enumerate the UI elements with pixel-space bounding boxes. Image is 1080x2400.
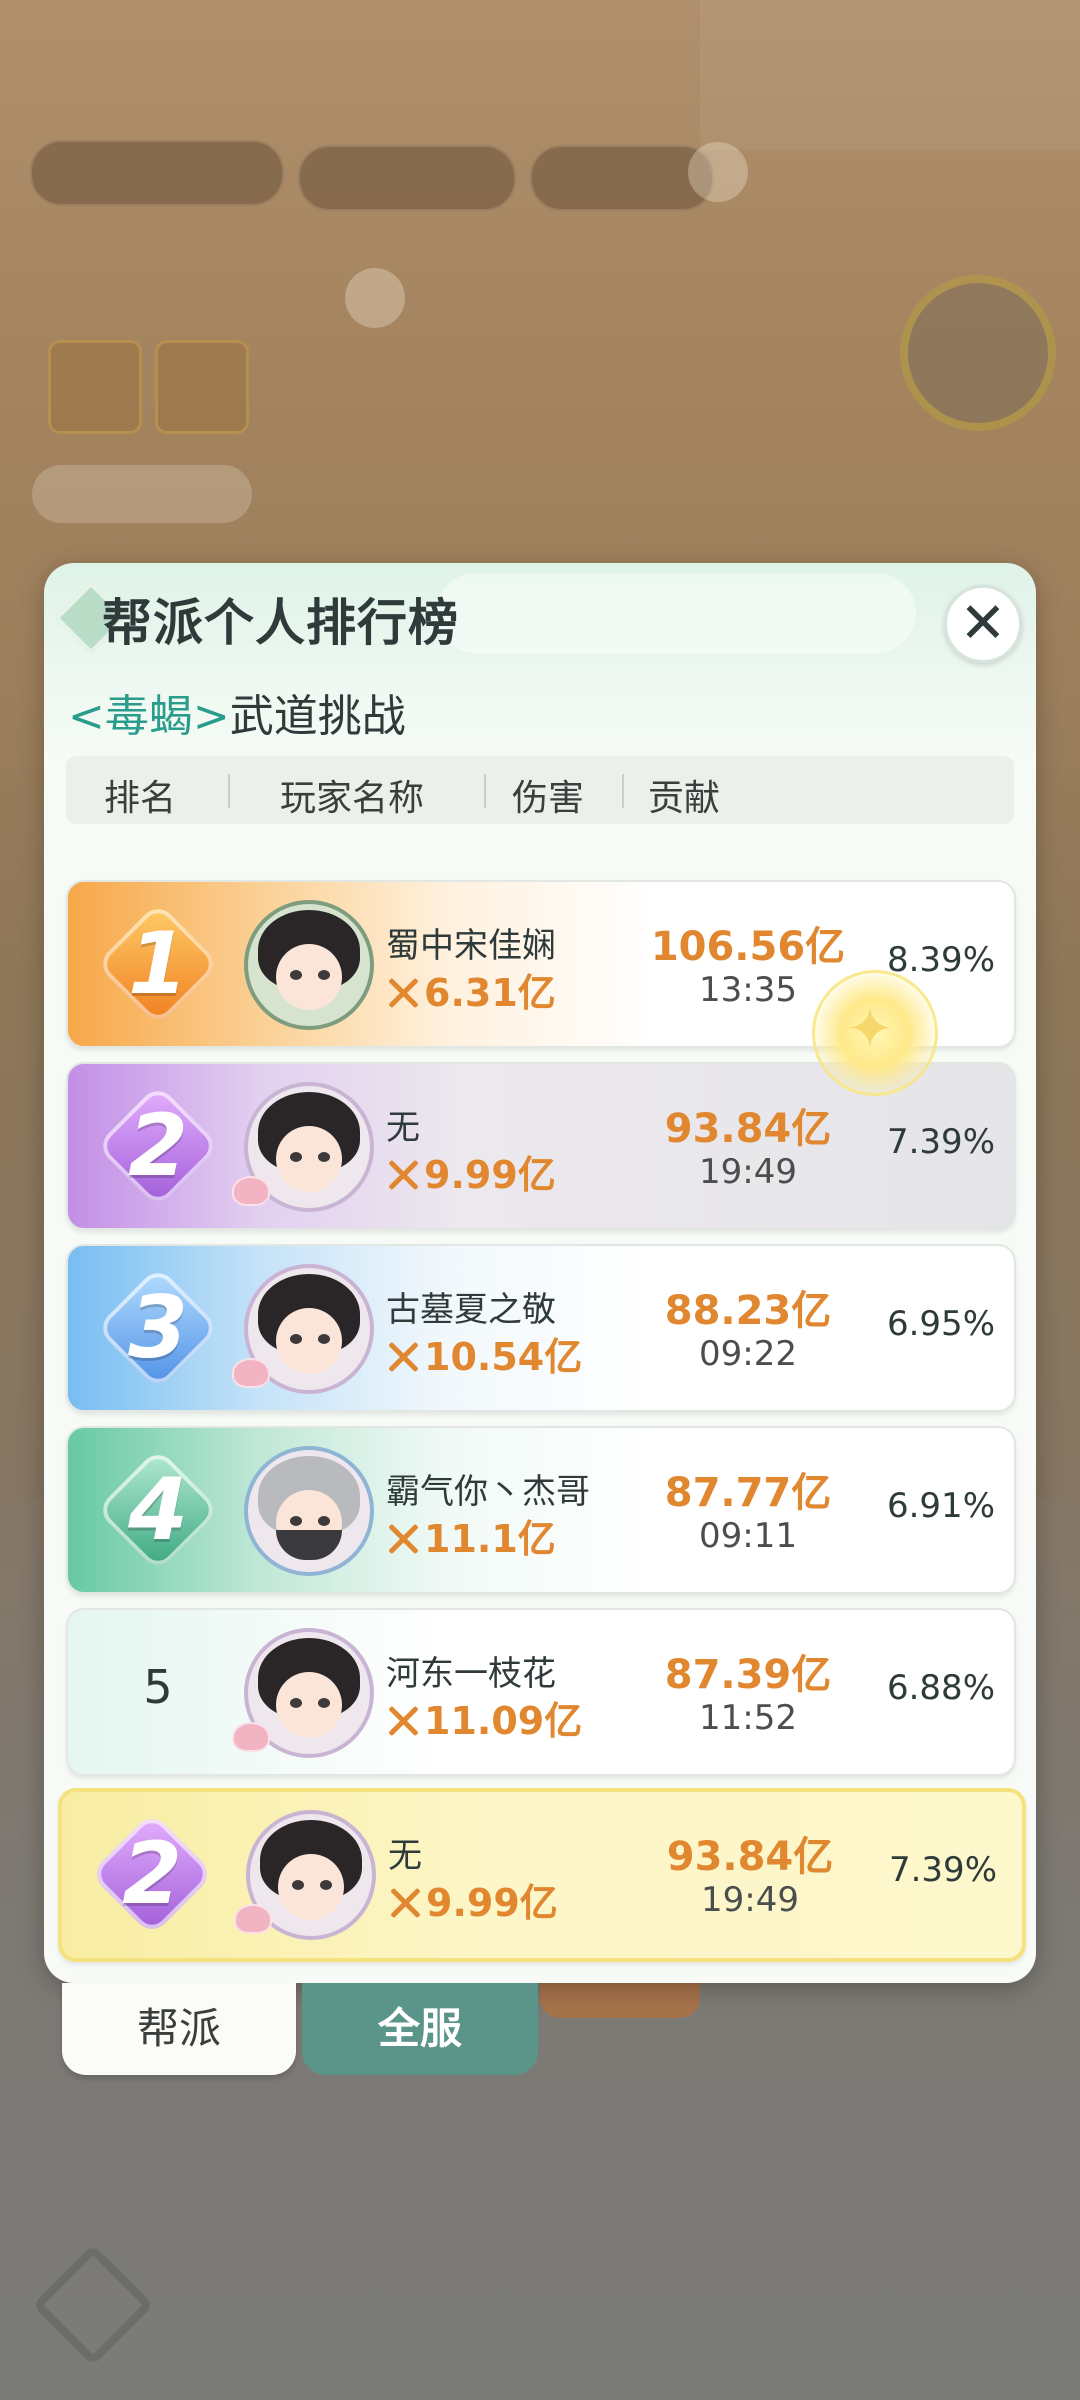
- damage-value: 93.84亿: [666, 1834, 834, 1880]
- damage-value: 87.77亿: [664, 1470, 832, 1516]
- hud-add-icon: [688, 142, 748, 202]
- crossed-swords-icon: [386, 1522, 420, 1556]
- header-divider: [228, 774, 230, 808]
- hud-item-slot: [48, 340, 142, 434]
- lotus-frame-icon: [232, 1722, 270, 1752]
- contribution-value: 7.39%: [886, 1122, 995, 1162]
- tab-server[interactable]: 全服: [302, 1983, 538, 2075]
- contribution-value: 6.88%: [886, 1668, 995, 1708]
- close-icon: ✕: [959, 591, 1007, 656]
- hud-item-slot: [155, 340, 249, 434]
- boss-name: <毒蝎>: [68, 691, 230, 742]
- crossed-swords-icon: [386, 1340, 420, 1374]
- hud-currency-pill: [298, 145, 516, 211]
- contribution-value: 6.95%: [886, 1304, 995, 1344]
- damage-value: 93.84亿: [664, 1106, 832, 1152]
- player-name: 蜀中宋佳娴: [386, 926, 556, 966]
- combat-power: 10.54亿: [386, 1326, 582, 1381]
- panel-title: 帮派个人排行榜: [102, 594, 459, 652]
- crossed-swords-icon: [388, 1886, 422, 1920]
- hud-button: [32, 465, 252, 523]
- player-name: 无: [386, 1108, 420, 1148]
- combat-power: 11.09亿: [386, 1690, 582, 1745]
- col-player-name: 玩家名称: [280, 778, 425, 819]
- lotus-frame-icon: [232, 1176, 270, 1206]
- crossed-swords-icon: [386, 1158, 420, 1192]
- lotus-frame-icon: [232, 1358, 270, 1388]
- crossed-swords-icon: [386, 976, 420, 1010]
- col-damage: 伤害: [512, 778, 585, 819]
- table-row[interactable]: 5 河东一枝花 11.09亿 87.39亿 11:52 6.88%: [66, 1608, 1016, 1776]
- table-header: 排名 玩家名称 伤害 贡献: [66, 756, 1014, 824]
- avatar[interactable]: [244, 900, 374, 1030]
- my-rank-row[interactable]: 2 无 9.99亿 93.84亿 19:49 7.39%: [58, 1788, 1026, 1962]
- clear-time: 19:49: [699, 1152, 797, 1192]
- contribution-value: 6.91%: [886, 1486, 995, 1526]
- crossed-swords-icon: [386, 1704, 420, 1738]
- combat-power: 11.1亿: [386, 1508, 556, 1563]
- background-button: [540, 1980, 700, 2018]
- clear-time: 09:22: [699, 1334, 797, 1374]
- sparkle-icon: ✦: [846, 997, 894, 1062]
- background-decor: [700, 0, 1080, 150]
- rank-number: 2: [122, 1824, 182, 1924]
- rank-number: 4: [128, 1460, 188, 1560]
- damage-value: 87.39亿: [664, 1652, 832, 1698]
- table-row[interactable]: 3 古墓夏之敬 10.54亿 88.23亿 09:22 6.95%: [66, 1244, 1016, 1412]
- contribution-value: 7.39%: [888, 1850, 997, 1890]
- rank-number: 3: [128, 1278, 188, 1378]
- clear-time: 11:52: [699, 1698, 797, 1738]
- col-contribution: 贡献: [648, 778, 721, 819]
- hud-player-pill: [30, 140, 284, 206]
- header-divider: [484, 774, 486, 808]
- ranking-panel: 帮派个人排行榜 ✕ <毒蝎>武道挑战 排名 玩家名称 伤害 贡献 1 蜀中宋佳娴…: [44, 563, 1036, 1983]
- combat-power: 9.99亿: [388, 1872, 558, 1927]
- rank-number: 5: [143, 1660, 173, 1714]
- hud-event-icon: [900, 275, 1056, 431]
- table-row[interactable]: 4 霸气你丶杰哥 11.1亿 87.77亿 09:11 6.91%: [66, 1426, 1016, 1594]
- clear-time: 09:11: [699, 1516, 797, 1556]
- hud-gem-pill: [530, 145, 714, 211]
- hud-search-icon: [345, 268, 405, 328]
- panel-subtitle: <毒蝎>武道挑战: [68, 680, 406, 744]
- player-name: 霸气你丶杰哥: [386, 1472, 590, 1512]
- col-rank: 排名: [104, 778, 177, 819]
- rank-number: 2: [128, 1096, 188, 1196]
- avatar[interactable]: [244, 1446, 374, 1576]
- combat-power: 6.31亿: [386, 962, 556, 1017]
- header-decor: [436, 573, 916, 653]
- header-divider: [622, 774, 624, 808]
- player-name: 河东一枝花: [386, 1654, 556, 1694]
- challenge-mode: 武道挑战: [229, 691, 406, 742]
- tab-guild[interactable]: 帮派: [62, 1983, 296, 2075]
- clear-time: 19:49: [701, 1880, 799, 1920]
- damage-value: 88.23亿: [664, 1288, 832, 1334]
- player-name: 无: [388, 1836, 422, 1876]
- damage-value: 106.56亿: [650, 924, 846, 970]
- player-name: 古墓夏之敬: [386, 1290, 556, 1330]
- rank-number: 1: [128, 914, 188, 1014]
- lotus-frame-icon: [234, 1904, 272, 1934]
- combat-power: 9.99亿: [386, 1144, 556, 1199]
- close-button[interactable]: ✕: [944, 585, 1022, 663]
